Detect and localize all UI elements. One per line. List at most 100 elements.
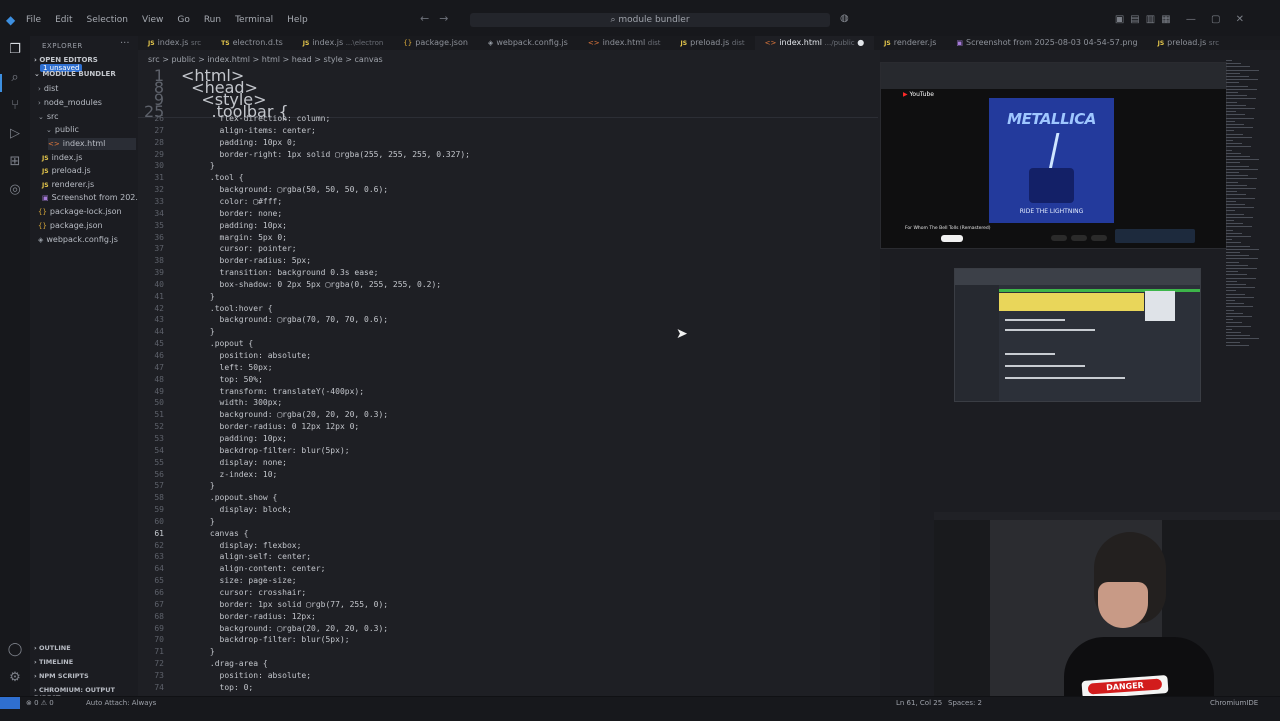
tree-item-node-modules[interactable]: › node_modules <box>38 97 102 109</box>
tab-package-json[interactable]: {} package.json <box>393 36 478 50</box>
like-button[interactable] <box>1051 235 1067 241</box>
tab-screenshot-png[interactable]: ▣ Screenshot from 2025-08-03 04-54-57.png <box>946 36 1147 50</box>
code-line[interactable]: background: ▢rgba(50, 50, 50, 0.6); <box>181 185 389 194</box>
code-line[interactable]: .popout.show { <box>181 493 277 502</box>
extensions-icon[interactable]: ⊞ <box>7 154 23 170</box>
tab-webpack-config[interactable]: ◈ webpack.config.js <box>478 36 578 50</box>
menu-help[interactable]: Help <box>287 14 308 26</box>
source-control-icon[interactable]: ⑂ <box>7 98 23 114</box>
minimap[interactable] <box>1226 60 1266 360</box>
code-line[interactable]: } <box>181 161 215 170</box>
code-line[interactable]: background: ▢rgba(70, 70, 70, 0.6); <box>181 315 389 324</box>
command-center-search[interactable]: ⌕ module bundler <box>470 13 830 27</box>
menu-go[interactable]: Go <box>177 14 189 26</box>
code-line[interactable]: z-index: 10; <box>181 470 278 479</box>
code-line[interactable]: } <box>181 327 215 336</box>
menu-view[interactable]: View <box>142 14 163 26</box>
cursor-position-status[interactable]: Ln 61, Col 25 <box>896 699 942 707</box>
tab-preload-js-src[interactable]: JS preload.js src <box>1148 36 1230 50</box>
code-line[interactable]: .popout { <box>181 339 253 348</box>
menu-edit[interactable]: Edit <box>55 14 72 26</box>
tree-item-public[interactable]: ⌄ public <box>46 124 79 136</box>
subscribe-button[interactable] <box>941 235 963 242</box>
code-line[interactable]: color: ▢#fff; <box>181 197 283 206</box>
code-line[interactable]: } <box>181 647 215 656</box>
code-line[interactable]: top: 0; <box>181 683 254 692</box>
code-line[interactable]: border-radius: 12px; <box>181 612 316 621</box>
more-button[interactable] <box>1091 235 1107 241</box>
remote-icon[interactable]: ◎ <box>7 182 23 198</box>
menu-run[interactable]: Run <box>204 14 221 26</box>
problems-status[interactable]: ⊗ 0 ⚠ 0 <box>26 699 54 707</box>
npm-scripts-section[interactable]: › NPM SCRIPTS <box>34 672 89 680</box>
tree-item-src[interactable]: ⌄ src <box>38 111 59 123</box>
code-line[interactable]: left: 50px; <box>181 363 273 372</box>
tab-index-js-electron[interactable]: JS index.js ...\electron <box>293 36 394 50</box>
code-line[interactable]: size: page-size; <box>181 576 297 585</box>
code-line[interactable]: .tool { <box>181 173 244 182</box>
code-line[interactable]: display: block; <box>181 505 292 514</box>
code-line[interactable]: background: ▢rgba(20, 20, 20, 0.3); <box>181 410 389 419</box>
tab-index-js-src[interactable]: JS index.js src <box>138 36 211 50</box>
code-line[interactable]: backdrop-filter: blur(5px); <box>181 446 350 455</box>
menu-file[interactable]: File <box>26 14 41 26</box>
webpage-thumbnail[interactable] <box>954 268 1201 402</box>
code-line[interactable]: background: ▢rgba(20, 20, 20, 0.3); <box>181 624 389 633</box>
code-line[interactable]: padding: 10px 0; <box>181 138 297 147</box>
nav-arrows-icon[interactable]: ←→ <box>420 12 458 25</box>
code-line[interactable]: top: 50%; <box>181 375 263 384</box>
code-line[interactable]: flex-direction: column; <box>181 114 331 123</box>
code-line[interactable]: } <box>181 481 215 490</box>
code-line[interactable]: padding: 10px; <box>181 434 287 443</box>
auto-attach-status[interactable]: Auto Attach: Always <box>86 699 156 707</box>
chromium-ide-status[interactable]: ChromiumIDE <box>1210 699 1258 707</box>
sponsored-card[interactable] <box>1115 229 1195 243</box>
tree-item-webpack-config[interactable]: ◈ webpack.config.js <box>38 234 118 246</box>
more-actions-icon[interactable]: ··· <box>120 38 130 49</box>
breadcrumb[interactable]: src > public > index.html > html > head … <box>148 55 383 64</box>
tree-item-package-json[interactable]: {} package.json <box>38 220 103 232</box>
tab-preload-js-dist[interactable]: JS preload.js dist <box>671 36 755 50</box>
tab-index-html-public[interactable]: <> index.html .../public ● <box>754 36 875 50</box>
code-line[interactable]: align-self: center; <box>181 552 312 561</box>
code-line[interactable]: backdrop-filter: blur(5px); <box>181 635 350 644</box>
code-line[interactable]: canvas { <box>181 529 249 538</box>
layout-controls-icon[interactable]: ▣▤▥▦ — ▢ ✕ <box>1115 14 1250 25</box>
code-line[interactable]: border: 1px solid ▢rgb(77, 255, 0); <box>181 600 389 609</box>
copilot-icon[interactable]: ◍ <box>840 13 849 24</box>
code-line[interactable]: border-radius: 0 12px 12px 0; <box>181 422 360 431</box>
menu-terminal[interactable]: Terminal <box>235 14 273 26</box>
tree-item-screenshot[interactable]: ▣ Screenshot from 202... <box>42 192 143 204</box>
indentation-status[interactable]: Spaces: 2 <box>948 699 982 707</box>
menu-selection[interactable]: Selection <box>87 14 128 26</box>
tree-item-index-html[interactable]: <> index.html <box>48 138 136 150</box>
code-line[interactable]: } <box>181 292 215 301</box>
code-line[interactable]: width: 300px; <box>181 398 283 407</box>
code-line[interactable]: display: flexbox; <box>181 541 302 550</box>
code-line[interactable]: position: absolute; <box>181 351 312 360</box>
tab-index-html-dist[interactable]: <> index.html dist <box>578 36 671 50</box>
account-icon[interactable]: ◯ <box>7 642 23 658</box>
code-line[interactable]: box-shadow: 0 2px 5px ▢rgba(0, 255, 255,… <box>181 280 442 289</box>
code-line[interactable]: .tool:hover { <box>181 304 273 313</box>
code-line[interactable]: cursor: crosshair; <box>181 588 307 597</box>
code-line[interactable]: align-content: center; <box>181 564 326 573</box>
tree-item-dist[interactable]: › dist <box>38 83 58 95</box>
tab-electron-dts[interactable]: TS electron.d.ts <box>211 36 293 50</box>
code-line[interactable]: .drag-area { <box>181 659 268 668</box>
timeline-section[interactable]: › TIMELINE <box>34 658 73 666</box>
run-debug-icon[interactable]: ▷ <box>7 126 23 142</box>
unsaved-dot-icon[interactable]: ● <box>857 38 864 47</box>
code-line[interactable]: margin: 5px 0; <box>181 233 287 242</box>
tree-item-preload-js[interactable]: JS preload.js <box>42 165 91 177</box>
settings-gear-icon[interactable]: ⚙ <box>7 670 23 686</box>
tree-item-renderer-js[interactable]: JS renderer.js <box>42 179 94 191</box>
code-line[interactable]: cursor: pointer; <box>181 244 297 253</box>
code-line[interactable]: border-right: 1px solid ▢rgba(255, 255, … <box>181 150 470 159</box>
search-icon[interactable]: ⌕ <box>7 70 23 86</box>
remote-indicator-icon[interactable] <box>0 697 20 709</box>
code-line[interactable]: transform: translateY(-400px); <box>181 387 365 396</box>
code-line[interactable]: border-radius: 5px; <box>181 256 312 265</box>
share-button[interactable] <box>1071 235 1087 241</box>
browser-preview[interactable]: ▶ YouTube METALLICA RIDE THE LIGHTNING F… <box>880 62 1227 249</box>
